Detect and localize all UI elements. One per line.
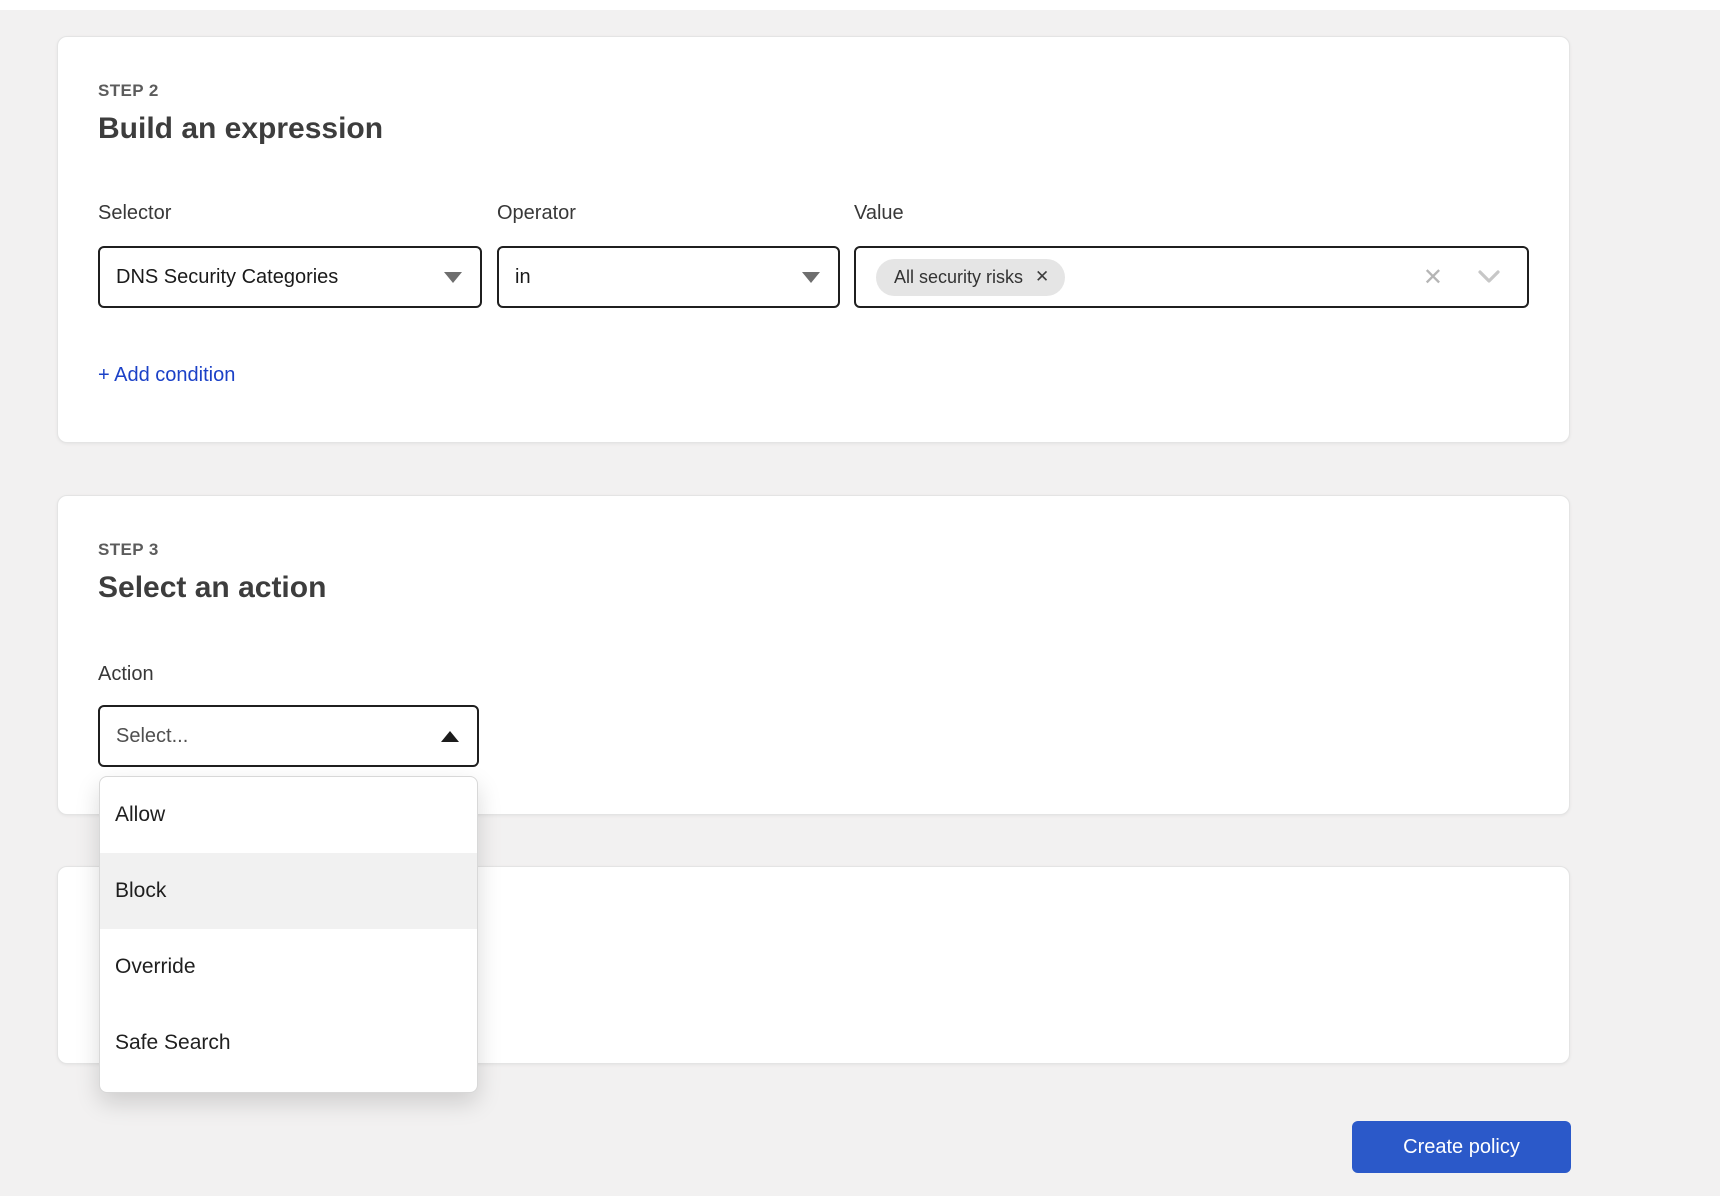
chevron-up-icon	[441, 730, 459, 742]
selector-label: Selector	[98, 202, 172, 224]
selector-dropdown[interactable]: DNS Security Categories	[98, 246, 482, 308]
operator-dropdown[interactable]: in	[497, 246, 840, 308]
value-tag-label: All security risks	[894, 266, 1024, 287]
step2-card: STEP 2 Build an expression Selector DNS …	[57, 36, 1570, 443]
operator-label: Operator	[497, 202, 576, 224]
selector-field: Selector DNS Security Categories	[98, 201, 482, 308]
menu-item-block[interactable]: Block	[100, 853, 477, 929]
step3-title: Select an action	[98, 571, 327, 604]
operator-value: in	[515, 265, 531, 288]
action-select[interactable]: Select...	[98, 705, 479, 767]
menu-item-allow[interactable]: Allow	[100, 777, 477, 853]
action-label: Action	[98, 663, 154, 685]
create-policy-button[interactable]: Create policy	[1352, 1121, 1571, 1173]
policy-builder-screen: STEP 2 Build an expression Selector DNS …	[0, 0, 1720, 1204]
tag-remove-icon[interactable]: ✕	[1035, 267, 1049, 287]
clear-all-icon[interactable]: ✕	[1423, 263, 1443, 292]
menu-item-safe-search[interactable]: Safe Search	[100, 1005, 477, 1081]
value-tag: All security risks ✕	[876, 258, 1066, 296]
chevron-down-icon	[802, 271, 820, 283]
value-multiselect[interactable]: All security risks ✕ ✕	[854, 246, 1529, 308]
expression-fields-row: Selector DNS Security Categories Operato…	[98, 201, 1529, 308]
step2-title: Build an expression	[98, 112, 384, 145]
step3-card: STEP 3 Select an action Action Select...	[57, 495, 1570, 815]
selector-value: DNS Security Categories	[116, 265, 339, 288]
add-condition-link[interactable]: + Add condition	[98, 364, 235, 387]
value-label: Value	[854, 202, 904, 224]
step2-label: STEP 2	[98, 81, 159, 100]
chevron-down-icon[interactable]	[1477, 269, 1501, 285]
chevron-down-icon	[444, 271, 462, 283]
action-select-placeholder: Select...	[116, 724, 189, 747]
action-options-menu: Allow Block Override Safe Search	[99, 776, 478, 1093]
step3-label: STEP 3	[98, 540, 159, 559]
operator-field: Operator in	[497, 201, 840, 308]
menu-item-override[interactable]: Override	[100, 929, 477, 1005]
value-field: Value All security risks ✕ ✕	[854, 201, 1529, 308]
